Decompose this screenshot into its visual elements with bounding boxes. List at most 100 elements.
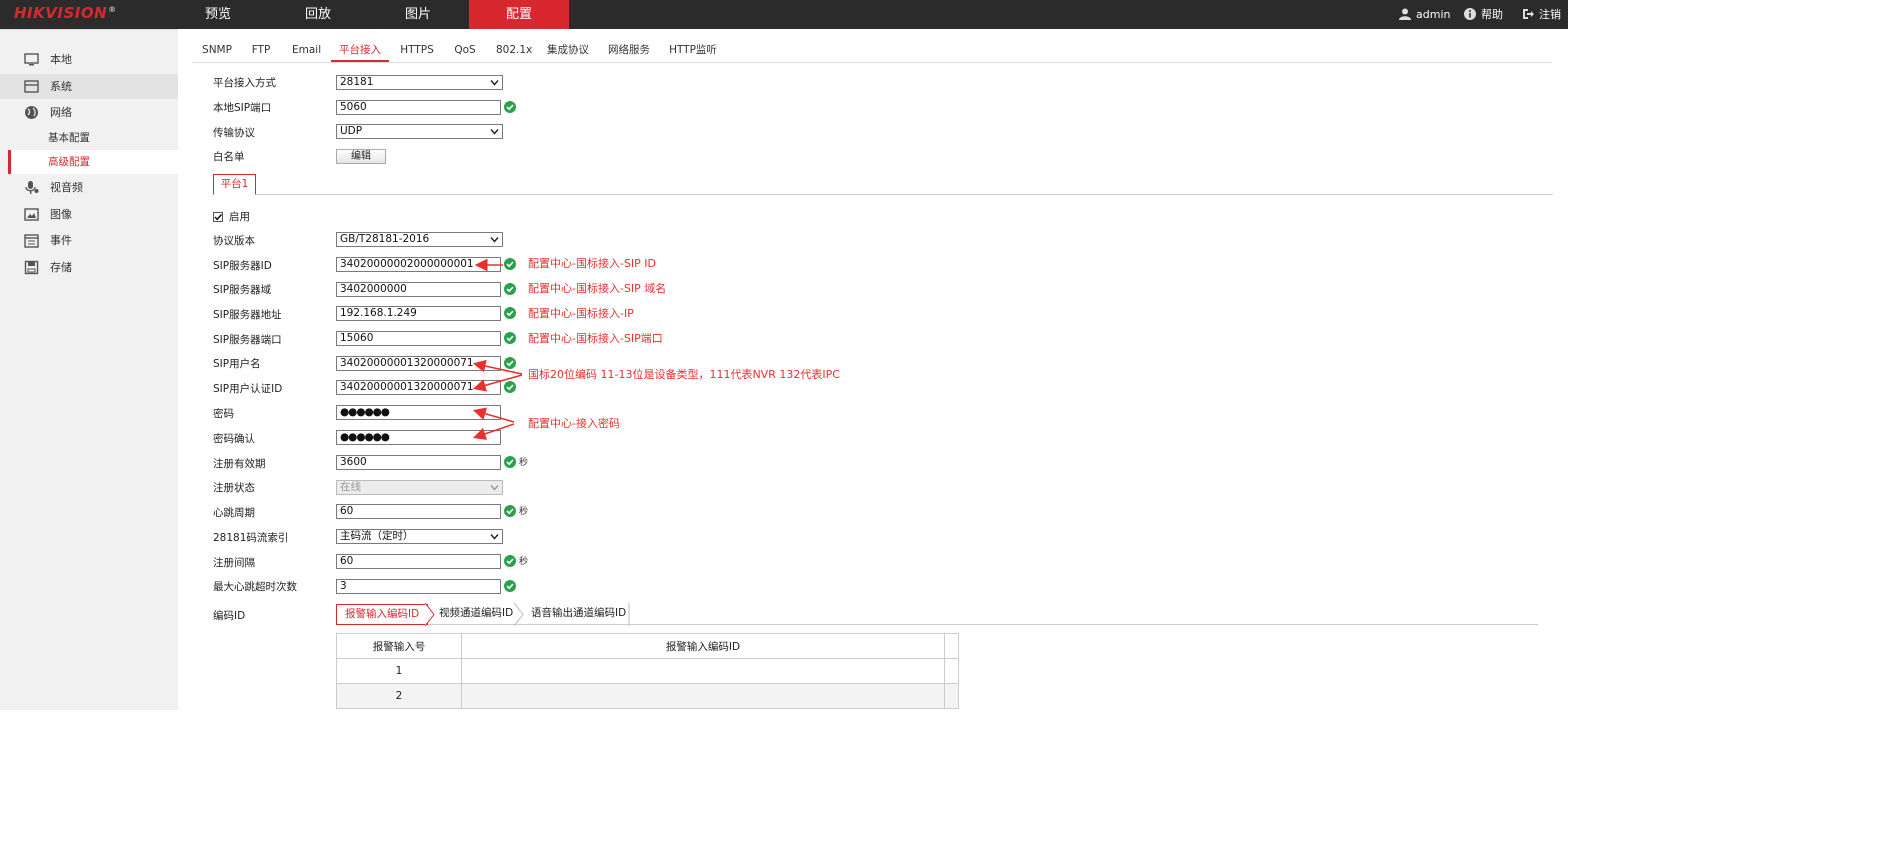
access-mode-select[interactable]: 28181 [336,75,503,90]
enable-label: 启用 [229,211,250,223]
tab-snmp[interactable]: SNMP [202,40,232,62]
reg-interval-input[interactable]: 60 [336,554,501,569]
sip-server-address-input[interactable]: 192.168.1.249 [336,306,501,321]
sidebar-item-audio-video[interactable]: 视音频 [0,175,178,200]
table-row[interactable]: 1 [336,658,959,684]
sip-server-domain-label: SIP服务器域 [213,284,272,296]
sip-auth-id-input[interactable]: 34020000001320000071 [336,380,501,395]
stream-index-label: 28181码流索引 [213,532,289,544]
annotation-password: 配置中心-接入密码 [528,417,620,430]
whitelist-label: 白名单 [213,151,245,163]
column-header-alarm-input-no: 报警输入号 [336,633,462,659]
max-heartbeat-timeout-input[interactable]: 3 [336,579,501,594]
sip-server-domain-input[interactable]: 3402000000 [336,282,501,297]
nav-playback[interactable]: 回放 [268,0,368,29]
scrollbar-cell [944,658,959,684]
tab-qos[interactable]: QoS [454,40,476,62]
sip-username-input[interactable]: 34020000001320000071 [336,356,501,371]
tab-8021x[interactable]: 802.1x [496,40,532,62]
seconds-unit: 秒 [519,458,529,468]
sip-server-port-input[interactable]: 15060 [336,331,501,346]
globe-icon [25,106,38,119]
annotation-ip: 配置中心-国标接入-IP [528,307,634,320]
check-icon [504,283,516,295]
password-input[interactable]: ●●●●●● [336,405,501,420]
sidebar-subitem-advanced[interactable]: 高级配置 [8,150,178,174]
scrollbar-cell [944,683,959,709]
table-cell: 2 [336,683,462,709]
check-icon [504,580,516,592]
heartbeat-label: 心跳周期 [213,507,255,519]
stream-index-select[interactable]: 主码流（定时） [336,529,503,544]
sip-username-label: SIP用户名 [213,358,261,370]
password-confirm-input[interactable]: ●●●●●● [336,430,501,445]
sidebar-subitem-basic[interactable]: 基本配置 [8,126,178,150]
user-menu[interactable]: admin [1399,0,1450,29]
hikvision-logo: HIKVISION® [14,4,117,22]
scrollbar-column [944,633,959,659]
chevron-down-icon [490,534,499,540]
checkmark-icon [214,214,223,221]
tab-video-channel-code[interactable]: 视频通道编码ID [439,604,513,625]
password-confirm-label: 密码确认 [213,433,255,445]
code-id-label: 编码ID [213,610,246,622]
nav-preview[interactable]: 预览 [168,0,268,29]
annotation-sip-port: 配置中心-国标接入-SIP端口 [528,332,663,345]
tab-integration-protocol[interactable]: 集成协议 [547,40,589,62]
tab-ftp[interactable]: FTP [250,40,272,62]
table-cell: 1 [336,658,462,684]
chevron-down-icon [490,485,499,491]
sidebar: 本地 系统 网络 基本配置 高级配置 视音频 图像 事件 存储 [0,29,178,710]
seconds-unit: 秒 [519,507,529,517]
check-icon [504,456,516,468]
tab-https[interactable]: HTTPS [400,40,434,62]
user-icon [1399,8,1411,20]
reg-interval-label: 注册间隔 [213,557,255,569]
tab-email[interactable]: Email [292,40,321,62]
column-header-alarm-input-code-id: 报警输入编码ID [461,633,945,659]
reg-validity-label: 注册有效期 [213,458,266,470]
alarm-input-code-table: 报警输入号 报警输入编码ID 1 2 [336,633,959,709]
sip-server-id-input[interactable]: 34020000002000000001 [336,257,501,272]
tab-network-service[interactable]: 网络服务 [608,40,650,62]
sidebar-item-system[interactable]: 系统 [0,74,178,99]
annotation-device-type: 国标20位编码 11-13位是设备类型，111代表NVR 132代表IPC [528,368,840,381]
sidebar-item-event[interactable]: 事件 [0,228,178,253]
sidebar-item-image[interactable]: 图像 [0,202,178,227]
tab-platform-access[interactable]: 平台接入 [331,40,389,62]
reg-status-label: 注册状态 [213,482,255,494]
table-cell[interactable] [461,658,945,684]
tab-http-listening[interactable]: HTTP监听 [669,40,717,62]
reg-status-select: 在线 [336,480,503,495]
tab-separator-icon [513,603,524,626]
reg-validity-input[interactable]: 3600 [336,455,501,470]
sidebar-item-network[interactable]: 网络 [0,100,178,125]
tab-platform-1[interactable]: 平台1 [213,174,256,195]
tab-alarm-input-code[interactable]: 报警输入编码ID [336,604,428,625]
nav-configuration[interactable]: 配置 [469,0,569,29]
enable-checkbox[interactable] [213,212,223,222]
logout-link[interactable]: 注销 [1522,0,1561,29]
help-link[interactable]: 帮助 [1464,0,1503,29]
whitelist-edit-button[interactable]: 编辑 [336,149,386,164]
table-row[interactable]: 2 [336,683,959,709]
protocol-version-label: 协议版本 [213,235,255,247]
microphone-icon [25,181,39,194]
top-bar: HIKVISION® 预览 回放 图片 配置 admin 帮助 注销 [0,0,1568,29]
sidebar-item-storage[interactable]: 存储 [0,255,178,280]
protocol-version-select[interactable]: GB/T28181-2016 [336,232,503,247]
table-cell[interactable] [461,683,945,709]
local-sip-port-input[interactable]: 5060 [336,100,501,115]
access-mode-label: 平台接入方式 [213,77,276,89]
storage-icon [24,260,39,275]
logout-icon [1523,9,1534,19]
transport-select[interactable]: UDP [336,124,503,139]
tab-audio-output-code[interactable]: 语音输出通道编码ID [531,604,626,625]
tab-separator-icon [424,603,435,626]
annotation-sip-domain: 配置中心-国标接入-SIP 域名 [528,282,667,295]
sidebar-item-local[interactable]: 本地 [0,47,178,72]
check-icon [504,258,516,270]
heartbeat-input[interactable]: 60 [336,504,501,519]
system-icon [24,80,39,93]
nav-picture[interactable]: 图片 [368,0,468,29]
